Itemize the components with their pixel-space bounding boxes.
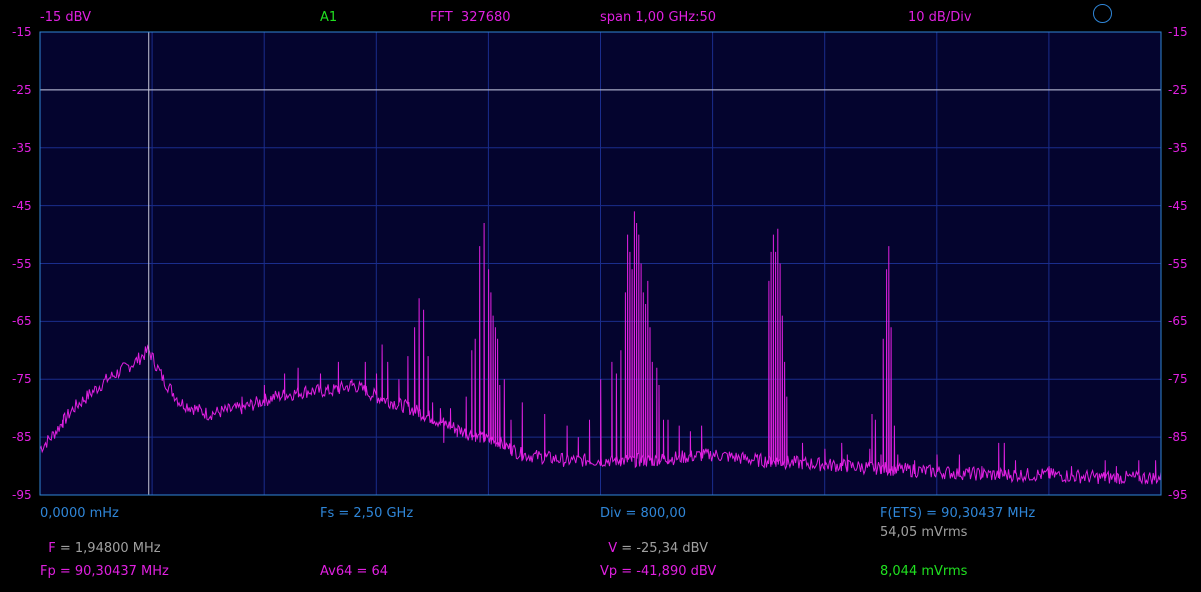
y-tick-right: -45 — [1168, 198, 1188, 213]
cursor-voltage: V = -25,34 dBV — [600, 525, 708, 557]
start-frequency: 0,0000 mHz — [40, 506, 119, 521]
y-tick-left: -15 — [12, 25, 32, 39]
cursor-frequency: F = 1,94800 MHz — [40, 525, 161, 557]
ets-frequency: F(ETS) = 90,30437 MHz — [880, 506, 1036, 521]
channel-label[interactable]: A1 — [320, 10, 337, 26]
y-tick-left: -65 — [12, 314, 32, 329]
y-tick-left: -45 — [12, 198, 32, 213]
y-tick-left: -35 — [12, 140, 32, 155]
y-tick-right: -75 — [1168, 372, 1188, 387]
cursor-frequency-key: F — [48, 541, 56, 556]
fft-size[interactable]: FFT 327680 — [430, 10, 511, 26]
sample-rate: Fs = 2,50 GHz — [320, 506, 414, 521]
reference-level: -15 dBV — [40, 10, 92, 25]
y-tick-right: -35 — [1168, 140, 1188, 155]
scale-label[interactable]: 10 dB/Div — [908, 10, 972, 26]
average-count: Av64 = 64 — [320, 564, 389, 579]
cursor-vrms: 54,05 mVrms — [880, 525, 968, 540]
y-tick-right: -85 — [1168, 430, 1188, 445]
peak-vrms: 8,044 mVrms — [880, 564, 968, 579]
peak-frequency: Fp = 90,30437 MHz — [40, 564, 169, 579]
cursor-frequency-value: = 1,94800 MHz — [55, 541, 161, 556]
span-label[interactable]: span 1,00 GHz:50 — [600, 10, 716, 26]
y-tick-right: -15 — [1168, 25, 1188, 39]
y-tick-left: -95 — [12, 488, 32, 502]
spectrum-plot — [39, 31, 1162, 496]
y-tick-right: -65 — [1168, 314, 1188, 329]
y-tick-left: -55 — [12, 256, 32, 271]
division-value: Div = 800,00 — [600, 506, 686, 521]
y-tick-left: -85 — [12, 430, 32, 445]
y-tick-left: -25 — [12, 82, 32, 97]
y-tick-right: -95 — [1168, 488, 1188, 502]
y-tick-left: -75 — [12, 372, 32, 387]
y-tick-right: -25 — [1168, 82, 1188, 97]
cursor-voltage-value: = -25,34 dBV — [617, 541, 709, 556]
cursor-voltage-key: V — [608, 541, 618, 556]
y-tick-right: -55 — [1168, 256, 1188, 271]
circle-icon[interactable] — [1093, 4, 1112, 23]
peak-voltage: Vp = -41,890 dBV — [600, 564, 717, 579]
